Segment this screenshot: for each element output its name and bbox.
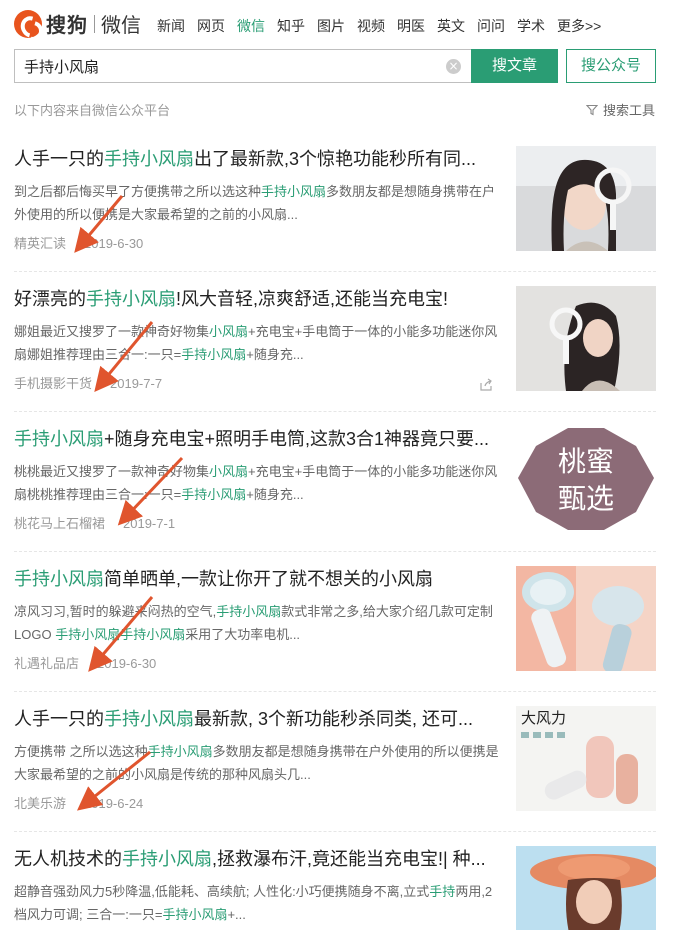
clear-icon[interactable]: × bbox=[446, 59, 461, 74]
result-thumbnail-5[interactable]: 大风力 bbox=[516, 706, 656, 811]
result-title[interactable]: 人手一只的手持小风扇出了最新款,3个惊艳功能秒所有同... bbox=[14, 146, 499, 172]
filter-icon bbox=[585, 104, 598, 115]
nav-item-3[interactable]: 知乎 bbox=[277, 16, 305, 36]
result-description: 超静音强劲风力5秒降温,低能耗、高续航; 人性化:小巧便携随身不离,立式手持两用… bbox=[14, 884, 493, 922]
share-icon[interactable] bbox=[479, 378, 493, 392]
sogou-logo[interactable]: 搜狗 微信 bbox=[14, 9, 141, 38]
result-date: 2019-7-1 bbox=[123, 516, 176, 531]
result-source[interactable]: 精英汇读 bbox=[14, 236, 66, 251]
result-description: 桃桃最近又搜罗了一款神奇好物集小风扇+充电宝+手电筒于一体的小能多功能迷你风扇桃… bbox=[14, 464, 498, 502]
result-title[interactable]: 人手一只的手持小风扇最新款, 3个新功能秒杀同类, 还可... bbox=[14, 706, 499, 732]
result-title[interactable]: 手持小风扇简单晒单,一款让你开了就不想关的小风扇 bbox=[14, 566, 499, 592]
nav-item-5[interactable]: 视频 bbox=[357, 16, 385, 36]
nav-item-0[interactable]: 新闻 bbox=[157, 16, 185, 36]
result-title[interactable]: 手持小风扇+随身充电宝+照明手电筒,这款3合1神器竟只要... bbox=[14, 426, 499, 452]
result-thumbnail-4[interactable] bbox=[516, 566, 656, 671]
search-tools-button[interactable]: 搜索工具 bbox=[585, 100, 655, 119]
result-title[interactable]: 无人机技术的手持小风扇,拯救瀑布汗,竟还能当充电宝!| 种... bbox=[14, 846, 499, 872]
result-thumbnail-3[interactable]: 桃蜜 甄选 bbox=[516, 426, 656, 531]
result-title[interactable]: 好漂亮的手持小风扇!风大音轻,凉爽舒适,还能当充电宝! bbox=[14, 286, 499, 312]
logo-divider bbox=[94, 14, 95, 33]
search-accounts-button[interactable]: 搜公众号 bbox=[566, 49, 656, 83]
result-thumbnail-2[interactable] bbox=[516, 286, 656, 391]
result-date: 2019-6-30 bbox=[97, 656, 157, 671]
search-articles-button[interactable]: 搜文章 bbox=[471, 49, 558, 83]
category-nav: 新闻 网页 微信 知乎 图片 视频 明医 英文 问问 学术 更多>> bbox=[157, 16, 613, 36]
result-thumbnail-6[interactable] bbox=[516, 846, 656, 930]
nav-item-1[interactable]: 网页 bbox=[197, 16, 225, 36]
result-description: 娜姐最近又搜罗了一款神奇好物集小风扇+充电宝+手电筒于一体的小能多功能迷你风扇娜… bbox=[14, 324, 498, 362]
result-date: 2019-6-30 bbox=[84, 236, 144, 251]
badge-line-2: 甄选 bbox=[558, 482, 614, 515]
nav-item-4[interactable]: 图片 bbox=[317, 16, 345, 36]
result-source[interactable]: 手机摄影干货 bbox=[14, 376, 92, 391]
nav-item-6[interactable]: 明医 bbox=[397, 16, 425, 36]
nav-item-10[interactable]: 更多>> bbox=[557, 16, 601, 36]
search-input[interactable] bbox=[15, 50, 425, 82]
badge-line-1: 桃蜜 bbox=[558, 445, 614, 478]
result-description: 凉风习习,暂时的躲避来闷热的空气,手持小风扇款式非常之多,给大家介绍几款可定制L… bbox=[14, 604, 493, 642]
source-note: 以下内容来自微信公众平台 bbox=[14, 103, 171, 118]
result-source[interactable]: 桃花马上石榴裙 bbox=[14, 516, 105, 531]
sogou-logo-icon bbox=[14, 9, 42, 38]
nav-item-8[interactable]: 问问 bbox=[477, 16, 505, 36]
thumbnail-caption: 大风力 bbox=[521, 709, 566, 727]
logo-text: 搜狗 bbox=[46, 15, 88, 37]
top-bar: 搜狗 微信 新闻 网页 微信 知乎 图片 视频 明医 英文 问问 学术 更多>> bbox=[0, 0, 681, 46]
result-date: 2019-7-7 bbox=[110, 376, 163, 391]
search-tools-label: 搜索工具 bbox=[602, 103, 655, 118]
result-description: 到之后都后悔买早了方便携带之所以选这种手持小风扇多数朋友都是想随身携带在户外使用… bbox=[14, 184, 496, 222]
result-description: 方便携带 之所以选这种手持小风扇多数朋友都是想随身携带在户外使用的所以便携是大家… bbox=[14, 744, 499, 782]
search-box: × bbox=[14, 49, 471, 83]
nav-item-7[interactable]: 英文 bbox=[437, 16, 465, 36]
logo-sub-text: 微信 bbox=[101, 15, 141, 37]
result-date: 2019-6-24 bbox=[84, 796, 144, 811]
result-thumbnail-1[interactable] bbox=[516, 146, 656, 251]
result-source[interactable]: 礼遇礼品店 bbox=[14, 656, 79, 671]
nav-item-9[interactable]: 学术 bbox=[517, 16, 545, 36]
brand-badge: 桃蜜 甄选 bbox=[516, 426, 656, 531]
result-source[interactable]: 北美乐游 bbox=[14, 796, 66, 811]
nav-item-2[interactable]: 微信 bbox=[237, 16, 265, 36]
